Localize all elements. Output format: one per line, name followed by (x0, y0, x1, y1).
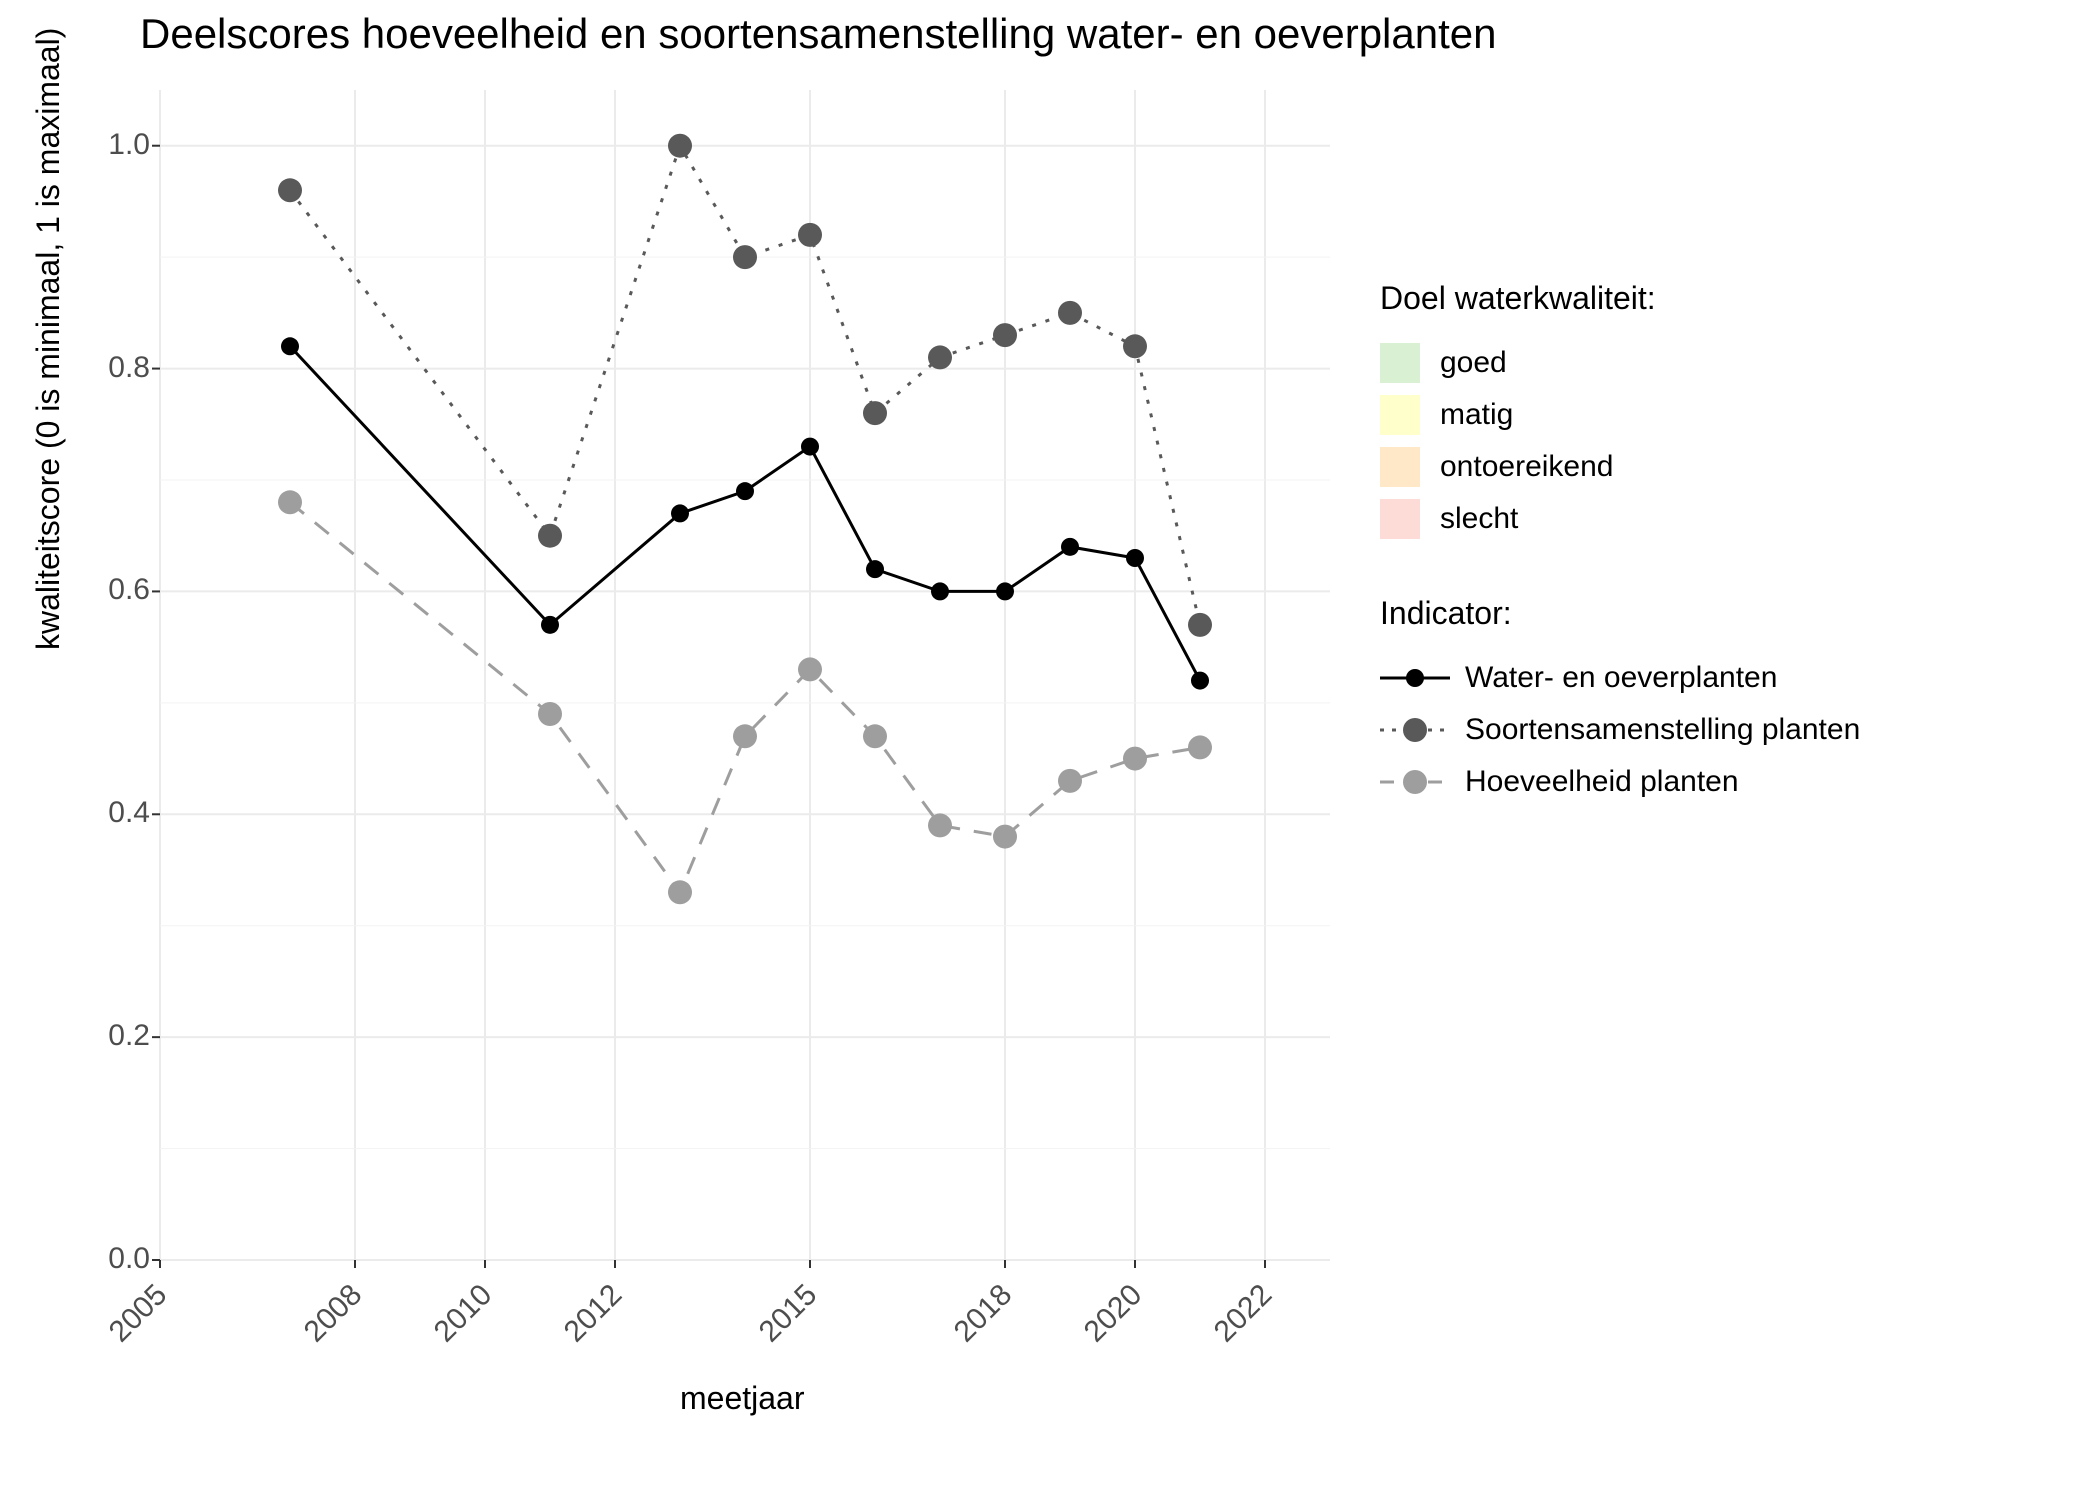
series-point (538, 702, 562, 726)
chart-title: Deelscores hoeveelheid en soortensamenst… (140, 10, 1497, 58)
series-point (733, 245, 757, 269)
legend-indicator-item: Water- en oeverplanten (1380, 652, 2030, 704)
legend-label: matig (1440, 398, 1513, 432)
series-point (1126, 549, 1144, 567)
y-tick-label: 0.4 (70, 796, 150, 830)
chart-container: Deelscores hoeveelheid en soortensamenst… (0, 0, 2100, 1500)
legend-label: Water- en oeverplanten (1465, 661, 1777, 695)
series-point (733, 724, 757, 748)
legend-label: Hoeveelheid planten (1465, 765, 1739, 799)
legend-label: Soortensamenstelling planten (1465, 713, 1860, 747)
series-point (928, 345, 952, 369)
series-point (798, 657, 822, 681)
series-point (996, 582, 1014, 600)
series-point (1191, 672, 1209, 690)
legend-quality-item: matig (1380, 389, 2030, 441)
series-point (1188, 613, 1212, 637)
series-point (928, 813, 952, 837)
y-tick-label: 0.0 (70, 1242, 150, 1276)
legend-label: goed (1440, 346, 1507, 380)
legend-quality-items: goed matig ontoereikend slecht (1380, 337, 2030, 545)
y-axis-label: kwaliteitscore (0 is minimaal, 1 is maxi… (30, 28, 67, 650)
legend-quality-item: slecht (1380, 493, 2030, 545)
legend-quality-title: Doel waterkwaliteit: (1380, 280, 2030, 317)
series-line (290, 502, 1200, 892)
series-point (1058, 769, 1082, 793)
series-point (866, 560, 884, 578)
series-point (1058, 301, 1082, 325)
legend-line-icon (1380, 710, 1450, 750)
legend-line-icon (1380, 762, 1450, 802)
legend-indicator-item: Soortensamenstelling planten (1380, 704, 2030, 756)
series-point (278, 490, 302, 514)
series-point (281, 337, 299, 355)
series-point (538, 524, 562, 548)
series-point (541, 616, 559, 634)
series-point (863, 724, 887, 748)
series-point (668, 880, 692, 904)
plot-panel (160, 90, 1330, 1260)
y-tick-label: 0.6 (70, 573, 150, 607)
series-point (1123, 334, 1147, 358)
series-point (798, 223, 822, 247)
series-point (993, 825, 1017, 849)
legend-swatch (1380, 447, 1420, 487)
legend-swatch (1380, 499, 1420, 539)
legend-indicator-item: Hoeveelheid planten (1380, 756, 2030, 808)
series-point (801, 438, 819, 456)
series-line (290, 346, 1200, 680)
x-axis-label: meetjaar (680, 1380, 805, 1417)
y-tick-label: 0.8 (70, 351, 150, 385)
legend-indicator-items: Water- en oeverplanten Soortensamenstelli… (1380, 652, 2030, 808)
series-point (1123, 747, 1147, 771)
series-point (863, 401, 887, 425)
legend-indicator-title: Indicator: (1380, 595, 2030, 632)
legend-quality-item: goed (1380, 337, 2030, 389)
series-point (736, 482, 754, 500)
y-tick-label: 0.2 (70, 1019, 150, 1053)
legend-label: slecht (1440, 502, 1518, 536)
legend-swatch (1380, 395, 1420, 435)
legend-label: ontoereikend (1440, 450, 1613, 484)
series-point (993, 323, 1017, 347)
series-svg (160, 90, 1330, 1260)
series-point (278, 178, 302, 202)
y-tick-label: 1.0 (70, 128, 150, 162)
legend-line-icon (1380, 658, 1450, 698)
legend: Doel waterkwaliteit: goed matig ontoereike… (1380, 280, 2030, 808)
series-point (931, 582, 949, 600)
legend-quality-item: ontoereikend (1380, 441, 2030, 493)
legend-swatch (1380, 343, 1420, 383)
series-point (1061, 538, 1079, 556)
series-point (668, 134, 692, 158)
series-point (1188, 735, 1212, 759)
series-point (671, 504, 689, 522)
